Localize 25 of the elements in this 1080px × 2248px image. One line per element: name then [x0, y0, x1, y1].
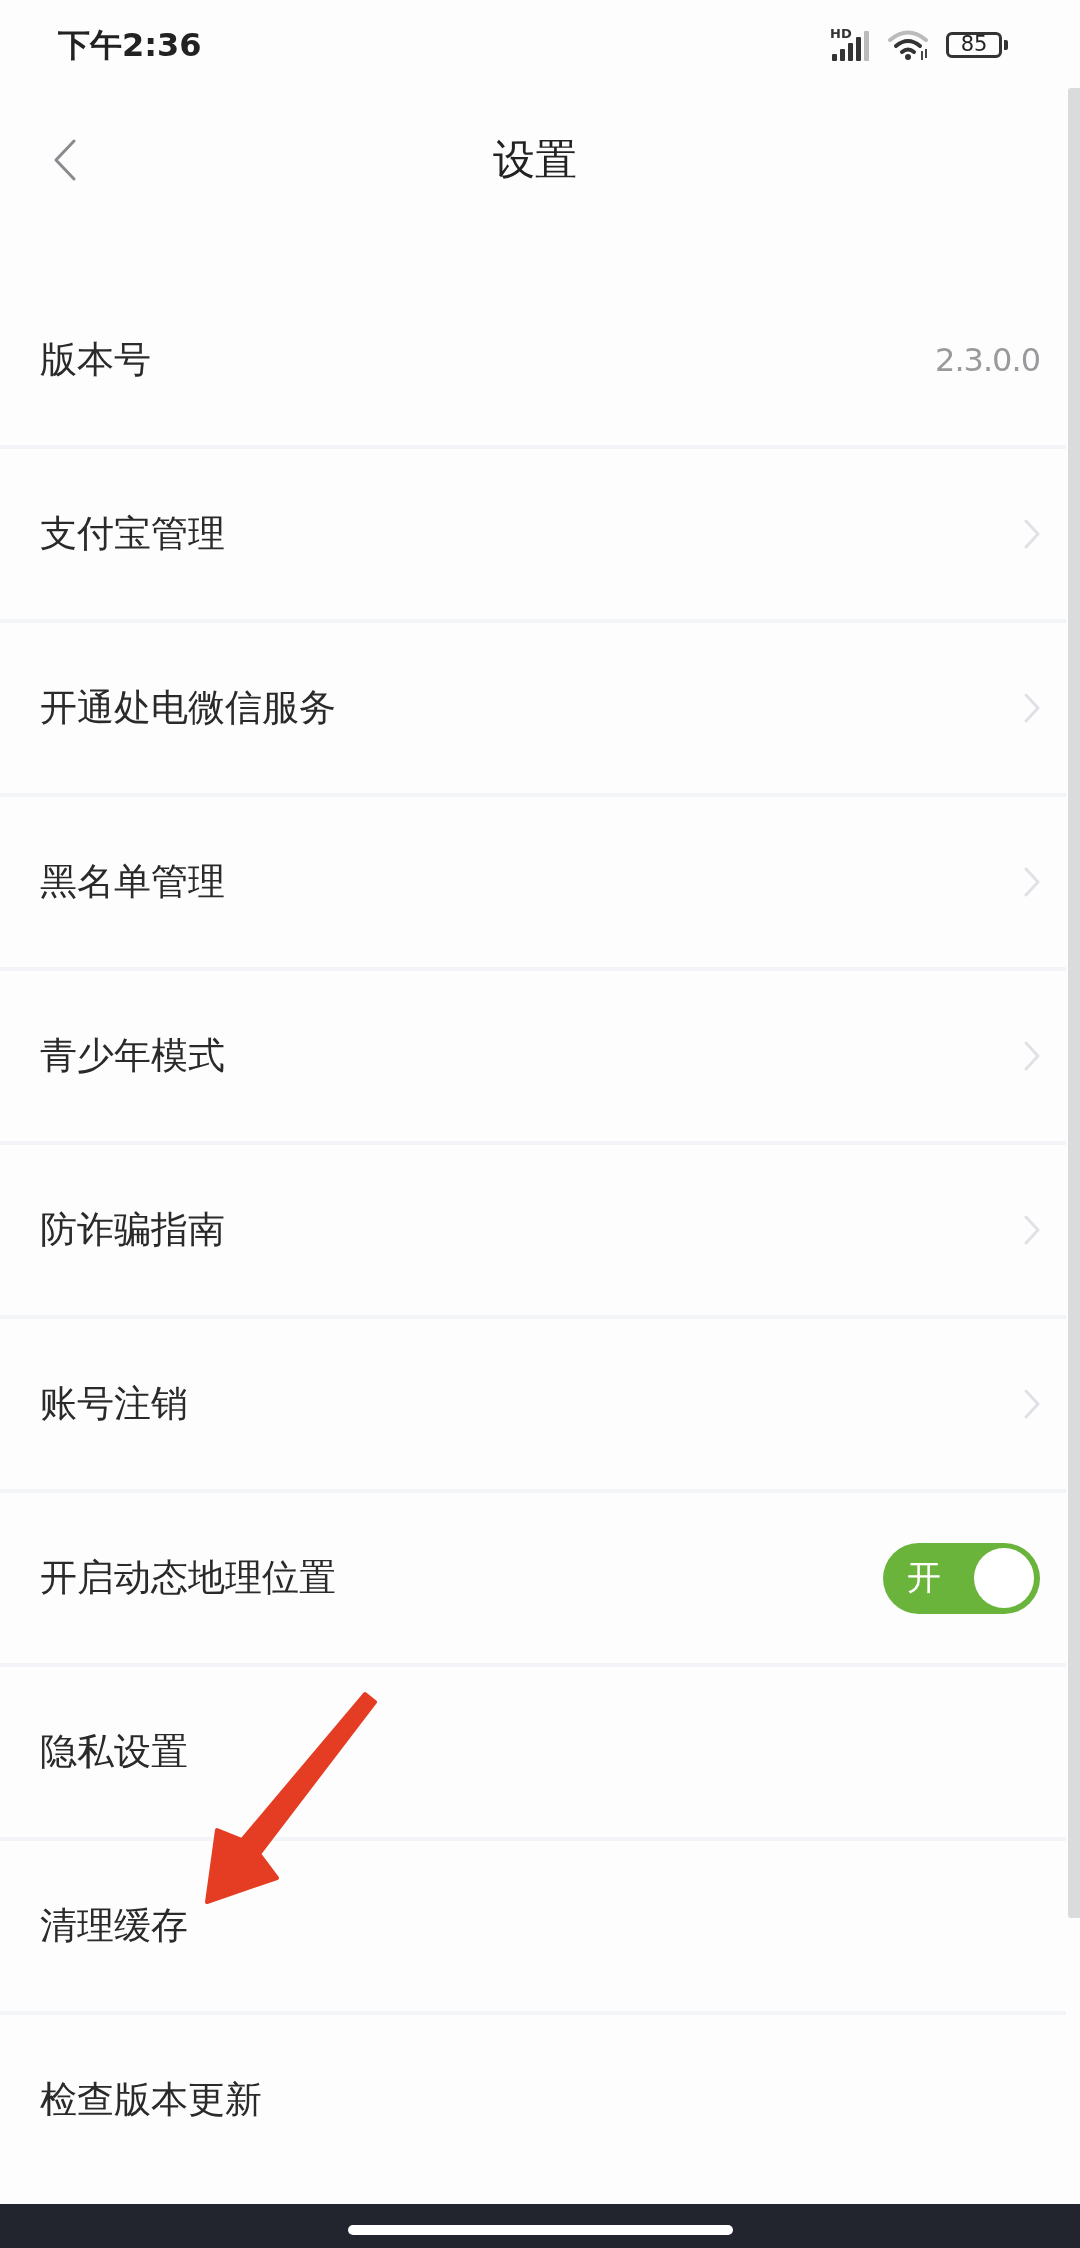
- signal-icon: [830, 28, 872, 61]
- settings-item[interactable]: 开通处电微信服务: [0, 623, 1066, 797]
- setting-label: 版本号: [40, 337, 151, 383]
- settings-item[interactable]: 防诈骗指南: [0, 1145, 1066, 1319]
- chevron-right-icon: [1024, 519, 1040, 549]
- page-title: 设置: [493, 134, 577, 186]
- back-icon: [53, 139, 77, 181]
- chevron-right-icon: [1024, 1215, 1040, 1245]
- settings-item[interactable]: 黑名单管理: [0, 797, 1066, 971]
- settings-item[interactable]: 支付宝管理: [0, 449, 1066, 623]
- network-type-label: HD: [830, 26, 852, 41]
- chevron-right-icon: [1024, 1041, 1040, 1071]
- wifi-icon: [888, 28, 930, 61]
- battery-indicator: 85: [946, 31, 1002, 58]
- chevron-right-icon: [1024, 867, 1040, 897]
- setting-label: 开启动态地理位置: [40, 1555, 336, 1601]
- status-time: 下午2:36: [58, 24, 202, 66]
- settings-item[interactable]: 检查版本更新: [0, 2015, 1066, 2185]
- settings-item[interactable]: 账号注销: [0, 1319, 1066, 1493]
- settings-item[interactable]: 青少年模式: [0, 971, 1066, 1145]
- version-value: 2.3.0.0: [935, 341, 1040, 379]
- chevron-right-icon: [1024, 1389, 1040, 1419]
- battery-tip-icon: [1004, 39, 1008, 50]
- switch-knob: [974, 1548, 1034, 1608]
- chevron-right-icon: [1024, 693, 1040, 723]
